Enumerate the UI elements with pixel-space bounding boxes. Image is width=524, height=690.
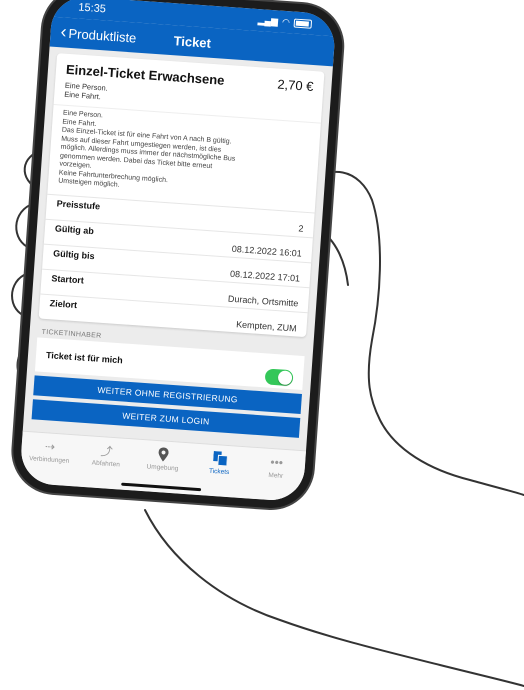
tab-label: Mehr — [268, 471, 284, 480]
tab-label: Tickets — [208, 467, 230, 477]
toggle-knob — [277, 369, 293, 385]
battery-icon — [293, 18, 313, 29]
tab-label: Verbindungen — [28, 455, 70, 465]
wifi-icon: ◠ — [281, 16, 291, 27]
status-icons: ▂▄▆ ◠ — [257, 14, 313, 30]
back-label: Produktliste — [68, 25, 137, 46]
tab-bar: ⇢ Verbindungen ⤴ Abfahrten Umgebung Tick… — [19, 430, 307, 503]
tab-label: Abfahrten — [91, 459, 121, 469]
detail-value: Durach, Ortsmitte — [227, 293, 299, 309]
more-dots-icon: ••• — [269, 454, 284, 470]
tab-mehr[interactable]: ••• Mehr — [249, 453, 305, 482]
detail-label: Preisstufe — [56, 197, 101, 211]
signal-icon: ▂▄▆ — [257, 14, 279, 26]
back-button[interactable]: ‹ Produktliste — [50, 21, 137, 46]
location-pin-icon — [158, 446, 169, 463]
detail-value: Kempten, ZUM — [235, 318, 297, 333]
chevron-left-icon: ‹ — [59, 21, 68, 42]
detail-value: 2 — [298, 222, 304, 234]
ticket-price: 2,70 € — [276, 76, 314, 95]
detail-label: Startort — [51, 272, 85, 286]
phone-screen: 15:35 ▂▄▆ ◠ ‹ Produktliste Ticket Einzel… — [19, 0, 337, 503]
ticket-card: Einzel-Ticket Erwachsene 2,70 € Eine Per… — [38, 53, 325, 337]
status-time: 15:35 — [77, 1, 107, 16]
tab-label: Umgebung — [146, 463, 179, 473]
tab-abfahrten[interactable]: ⤴ Abfahrten — [79, 441, 135, 470]
holder-toggle-label: Ticket ist für mich — [45, 349, 124, 365]
detail-value: 08.12.2022 17:01 — [229, 268, 301, 284]
departures-icon: ⤴ — [100, 443, 114, 459]
tab-verbindungen[interactable]: ⇢ Verbindungen — [22, 437, 78, 466]
home-indicator — [121, 482, 202, 492]
phone-frame: 15:35 ▂▄▆ ◠ ‹ Produktliste Ticket Einzel… — [10, 0, 346, 511]
ticket-for-me-toggle[interactable] — [264, 367, 294, 386]
detail-label: Gültig bis — [52, 247, 95, 261]
tickets-icon — [212, 450, 228, 467]
detail-label: Gültig ab — [54, 222, 95, 236]
tab-umgebung[interactable]: Umgebung — [135, 445, 191, 474]
detail-label: Zielort — [49, 297, 78, 310]
phone: 15:35 ▂▄▆ ◠ ‹ Produktliste Ticket Einzel… — [10, 0, 346, 511]
connections-icon: ⇢ — [44, 439, 56, 454]
tab-tickets[interactable]: Tickets — [192, 449, 248, 478]
detail-value: 08.12.2022 16:01 — [231, 243, 303, 259]
